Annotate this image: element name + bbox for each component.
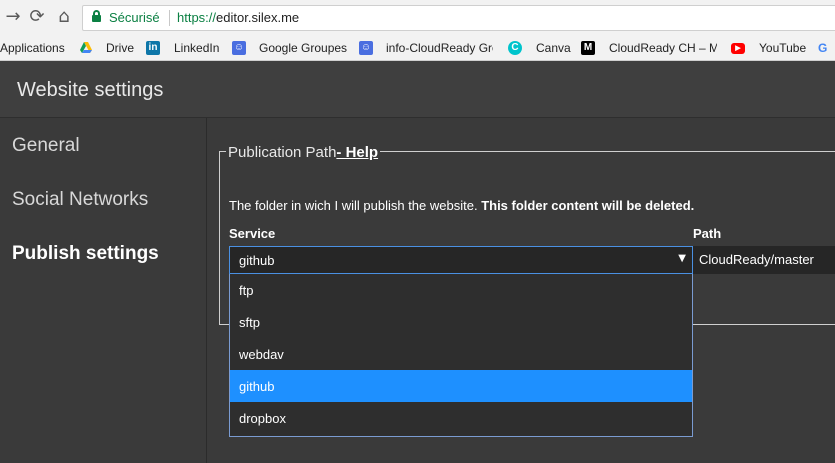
app-header: Website settings xyxy=(0,61,835,118)
lock-icon xyxy=(92,10,101,23)
google-groups-icon: ☺ xyxy=(359,41,373,55)
service-label: Service xyxy=(229,226,276,241)
url-protocol: https:// xyxy=(177,10,217,25)
bookmark-label: CloudReady CH – Me xyxy=(609,41,717,55)
service-option-sftp[interactable]: sftp xyxy=(230,306,692,338)
dialog-title: Website settings xyxy=(17,79,164,101)
secure-label: Sécurisé xyxy=(109,10,160,25)
bookmark-label: Google Groupes xyxy=(259,41,348,55)
medium-icon: M xyxy=(581,41,595,55)
bookmark-label: LinkedIn xyxy=(174,41,220,55)
bookmarks-bar: Applications Drive in LinkedIn ☺ Google … xyxy=(0,35,835,61)
service-select-value: github xyxy=(239,253,275,268)
publish-settings-panel: Publication Path- Help The folder in wic… xyxy=(208,118,835,463)
linkedin-icon: in xyxy=(146,41,160,55)
legend-title: Publication Path xyxy=(228,144,337,161)
address-bar[interactable]: Sécurisé https://editor.silex.me xyxy=(82,5,835,31)
google-icon: G xyxy=(818,41,828,55)
browser-toolbar: → ⟳ ⌂ Sécurisé https://editor.silex.me xyxy=(0,0,835,35)
home-icon[interactable]: ⌂ xyxy=(53,6,75,28)
option-label: webdav xyxy=(239,347,284,362)
reload-icon[interactable]: ⟳ xyxy=(26,6,48,28)
settings-sidebar: General Social Networks Publish settings xyxy=(0,118,207,463)
youtube-icon: ▶ xyxy=(731,43,745,54)
google-drive-icon xyxy=(79,41,93,55)
option-label: github xyxy=(239,379,275,394)
publish-description: The folder in wich I will publish the we… xyxy=(229,198,694,213)
option-label: sftp xyxy=(239,315,260,330)
service-option-ftp[interactable]: ftp xyxy=(230,274,692,306)
bookmark-label: info-CloudReady Grc xyxy=(386,41,493,55)
path-input-value: CloudReady/master xyxy=(699,252,814,267)
address-separator xyxy=(169,10,170,26)
fieldset-legend: Publication Path- Help xyxy=(226,144,381,161)
service-option-webdav[interactable]: webdav xyxy=(230,338,692,370)
warning-text: This folder content will be deleted. xyxy=(481,198,695,213)
bookmark-label: Drive xyxy=(106,41,135,55)
path-input[interactable]: CloudReady/master xyxy=(693,246,835,274)
option-label: dropbox xyxy=(239,411,286,426)
url-text[interactable]: https://editor.silex.me xyxy=(177,10,299,25)
dropdown-caret-icon: ▼ xyxy=(678,253,686,264)
service-dropdown-list: ftp sftp webdav github dropbox xyxy=(229,274,693,437)
sidebar-item-general[interactable]: General xyxy=(12,135,80,157)
sidebar-item-social-networks[interactable]: Social Networks xyxy=(12,189,148,211)
bookmark-label: Canva xyxy=(536,41,571,55)
canva-icon: C xyxy=(508,41,522,55)
bookmark-label: YouTube xyxy=(759,41,807,55)
service-option-github[interactable]: github xyxy=(230,370,692,402)
description-text: The folder in wich I will publish the we… xyxy=(229,198,478,213)
help-link[interactable]: - Help xyxy=(336,144,378,161)
bookmark-label: Applications xyxy=(0,41,65,55)
sidebar-item-publish-settings[interactable]: Publish settings xyxy=(12,243,159,265)
forward-arrow-icon[interactable]: → xyxy=(2,6,24,28)
google-groups-icon: ☺ xyxy=(232,41,246,55)
service-option-dropbox[interactable]: dropbox xyxy=(230,402,692,434)
option-label: ftp xyxy=(239,283,254,298)
path-label: Path xyxy=(693,226,722,241)
service-select[interactable]: github ▼ xyxy=(229,246,693,274)
url-host: editor.silex.me xyxy=(216,10,300,25)
